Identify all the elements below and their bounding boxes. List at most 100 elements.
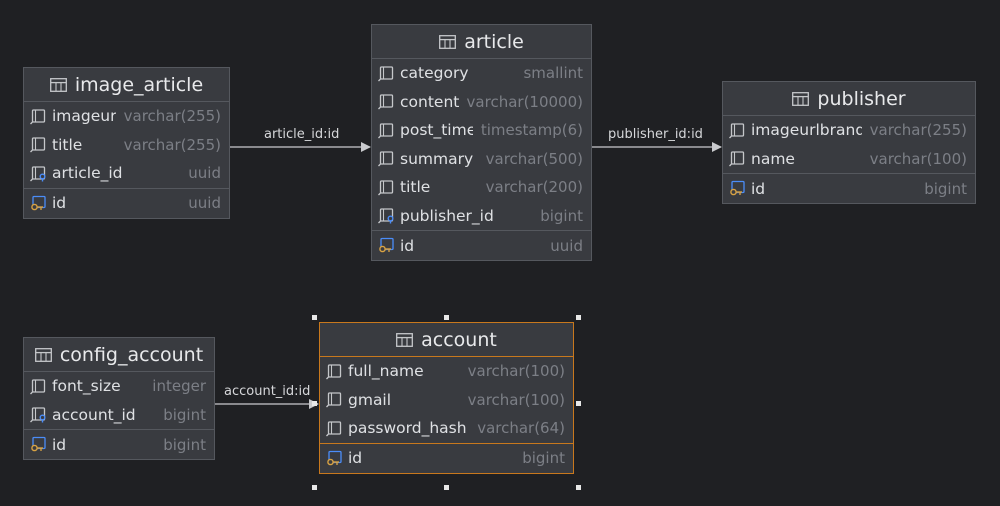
column-type: bigint — [163, 435, 206, 454]
column-row[interactable]: article_id uuid — [24, 159, 229, 188]
column-type: varchar(255) — [123, 107, 221, 126]
primary-key-icon — [327, 450, 342, 465]
column-row[interactable]: post_time timestamp(6) — [372, 116, 591, 145]
resize-handle-bottom[interactable] — [444, 485, 449, 490]
column-icon — [378, 94, 394, 110]
column-name: id — [400, 236, 415, 255]
resize-handle-bottom-right[interactable] — [576, 485, 581, 490]
column-row[interactable]: title varchar(200) — [372, 173, 591, 202]
column-name: content — [400, 92, 459, 111]
table-header[interactable]: publisher — [723, 82, 975, 116]
primary-key-row[interactable]: id uuid — [372, 231, 591, 260]
resize-handle-top-left[interactable] — [312, 315, 317, 320]
primary-key-row[interactable]: id uuid — [24, 189, 229, 218]
column-name: summary — [400, 149, 474, 168]
column-type: uuid — [188, 194, 221, 212]
column-name: imageurl — [52, 107, 116, 126]
table-header[interactable]: account — [320, 323, 573, 357]
relation-label-publisher-id: publisher_id:id — [608, 127, 703, 142]
table-article[interactable]: article category smallint content varcha… — [371, 24, 592, 261]
column-name: full_name — [348, 362, 424, 381]
table-header[interactable]: config_account — [24, 338, 214, 372]
column-type: bigint — [163, 405, 206, 424]
column-type: varchar(10000) — [466, 92, 583, 111]
column-name: title — [52, 135, 83, 154]
column-row[interactable]: name varchar(100) — [723, 145, 975, 174]
column-name: id — [751, 179, 766, 198]
column-name: id — [52, 194, 67, 212]
table-icon — [792, 91, 810, 106]
column-row[interactable]: font_size integer — [24, 372, 214, 401]
table-name: account — [421, 328, 497, 351]
table-name: publisher — [817, 87, 906, 110]
table-header[interactable]: image_article — [24, 68, 229, 102]
resize-handle-bottom-left[interactable] — [312, 485, 317, 490]
column-type: uuid — [550, 236, 583, 255]
column-type: bigint — [522, 449, 565, 467]
column-icon — [30, 137, 46, 153]
resize-handle-top[interactable] — [444, 315, 449, 320]
table-icon — [396, 332, 414, 347]
column-row[interactable]: publisher_id bigint — [372, 202, 591, 231]
primary-key-row[interactable]: id bigint — [24, 430, 214, 459]
primary-key-icon — [730, 180, 745, 196]
table-icon — [49, 77, 67, 92]
column-row[interactable]: content varchar(10000) — [372, 88, 591, 117]
table-publisher[interactable]: publisher imageurlbrand varchar(255) nam… — [722, 81, 976, 204]
column-type: varchar(200) — [485, 178, 583, 197]
primary-key-icon — [31, 436, 46, 452]
table-icon — [439, 34, 457, 49]
column-row[interactable]: summary varchar(500) — [372, 145, 591, 174]
column-name: gmail — [348, 390, 392, 409]
column-icon — [378, 66, 394, 82]
column-name: category — [400, 64, 469, 83]
column-row[interactable]: imageurlbrand varchar(255) — [723, 116, 975, 145]
table-header[interactable]: article — [372, 25, 591, 59]
column-row[interactable]: category smallint — [372, 59, 591, 88]
column-row[interactable]: title varchar(255) — [24, 131, 229, 160]
column-name: title — [400, 178, 431, 197]
primary-key-icon — [31, 195, 46, 210]
column-type: varchar(255) — [869, 121, 967, 140]
column-type: uuid — [188, 164, 221, 183]
column-type: varchar(500) — [485, 149, 583, 168]
column-type: varchar(100) — [467, 390, 565, 409]
table-account[interactable]: account full_name varchar(100) gmail var… — [319, 322, 574, 474]
table-name: image_article — [74, 73, 204, 96]
column-row[interactable]: account_id bigint — [24, 401, 214, 430]
column-icon — [378, 123, 394, 139]
foreign-key-column-icon — [30, 407, 46, 423]
column-icon — [729, 123, 745, 139]
relation-label-article-id: article_id:id — [264, 127, 340, 142]
column-row[interactable]: gmail varchar(100) — [320, 386, 573, 415]
column-icon — [30, 379, 46, 395]
resize-handle-top-right[interactable] — [576, 315, 581, 320]
primary-key-row[interactable]: id bigint — [320, 444, 573, 473]
table-image-article[interactable]: image_article imageurl varchar(255) titl… — [23, 67, 230, 219]
column-row[interactable]: imageurl varchar(255) — [24, 102, 229, 131]
column-type: varchar(100) — [869, 149, 967, 168]
column-name: name — [751, 149, 795, 168]
column-icon — [729, 151, 745, 167]
column-name: id — [52, 435, 67, 454]
column-icon — [326, 421, 342, 437]
column-name: article_id — [52, 164, 123, 183]
foreign-key-column-icon — [378, 208, 394, 224]
diagram-canvas[interactable]: article_id:id publisher_id:id account_id… — [0, 0, 1000, 506]
column-row[interactable]: password_hash varchar(64) — [320, 414, 573, 443]
column-row[interactable]: full_name varchar(100) — [320, 357, 573, 386]
column-name: password_hash — [348, 419, 467, 438]
column-type: bigint — [924, 179, 967, 198]
column-icon — [30, 109, 46, 125]
table-name: article — [464, 30, 524, 53]
resize-handle-right[interactable] — [576, 401, 581, 406]
table-icon — [34, 347, 52, 362]
table-config-account[interactable]: config_account font_size integer account… — [23, 337, 215, 460]
column-name: id — [348, 449, 363, 467]
table-name: config_account — [59, 343, 204, 366]
primary-key-row[interactable]: id bigint — [723, 174, 975, 203]
relation-label-account-id: account_id:id — [224, 384, 311, 399]
column-type: integer — [152, 377, 206, 396]
resize-handle-left[interactable] — [312, 401, 317, 406]
column-type: timestamp(6) — [480, 121, 583, 140]
